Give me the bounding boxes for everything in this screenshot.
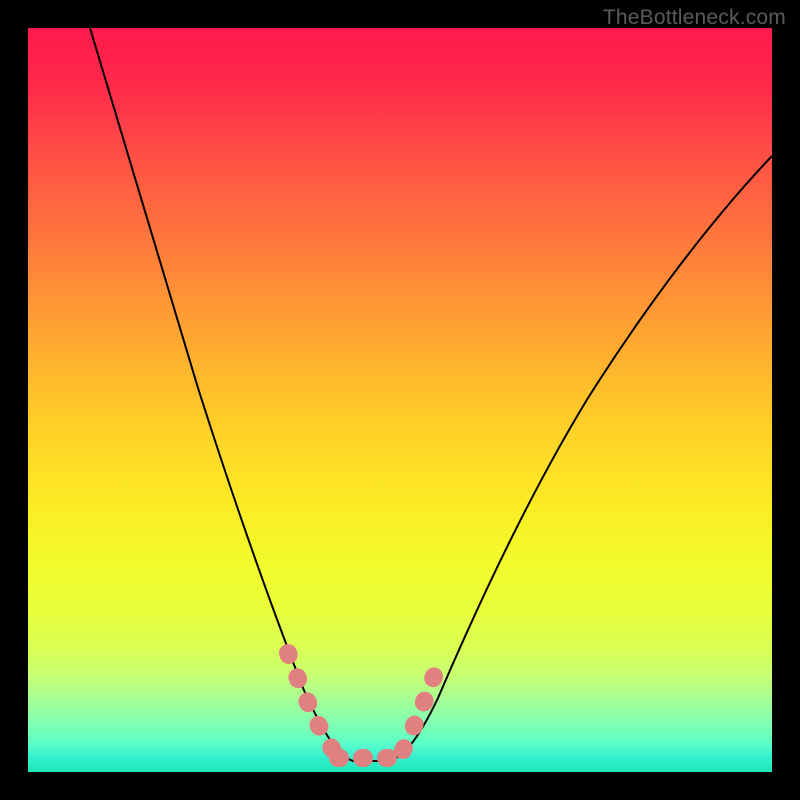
curve-layer: [28, 28, 772, 772]
bottleneck-curve: [90, 28, 772, 761]
chart-plot-area: [28, 28, 772, 772]
watermark-text: TheBottleneck.com: [603, 6, 786, 30]
